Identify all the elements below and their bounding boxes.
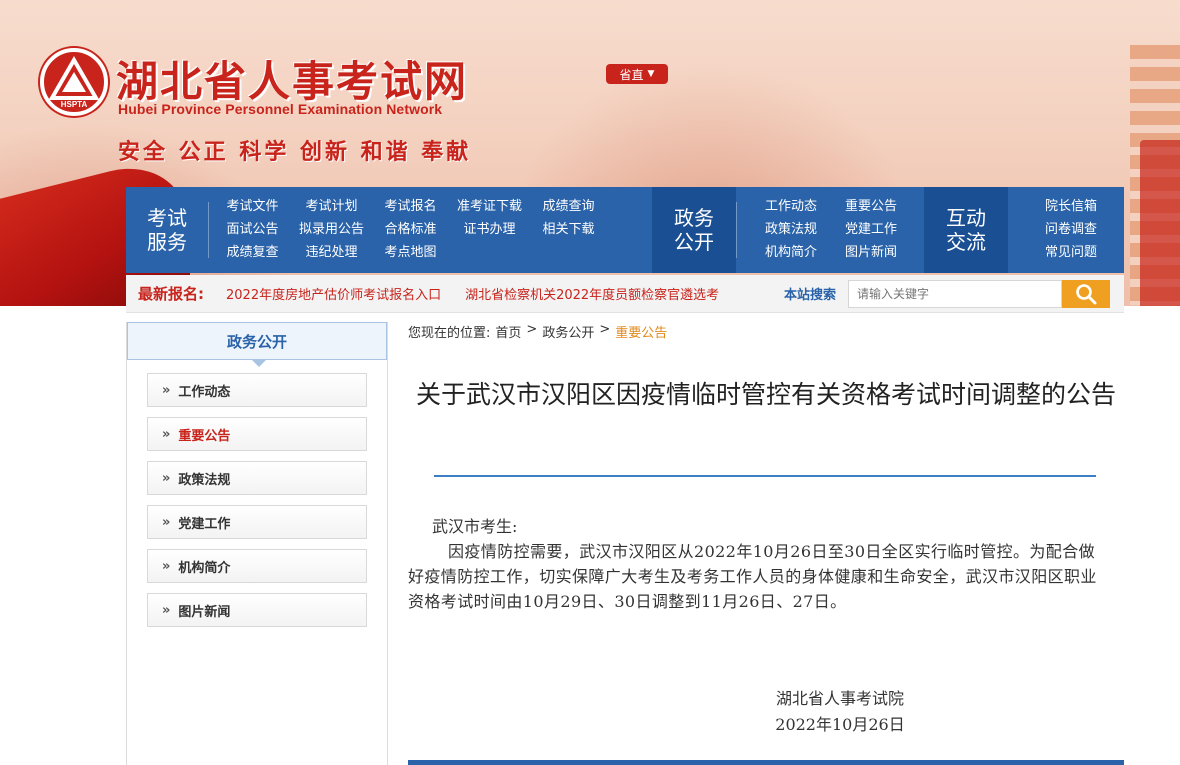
- sidebar-item-label: 重要公告: [178, 428, 231, 444]
- sidebar-title: 政务公开: [127, 322, 387, 367]
- search-label: 本站搜索: [784, 288, 837, 303]
- sidebar-item-label: 图片新闻: [178, 604, 231, 620]
- nav-link[interactable]: 工作动态: [751, 198, 831, 216]
- nav-group-interaction: 互动交流 院长信箱问卷调查常见问题: [924, 187, 1124, 273]
- breadcrumb-link[interactable]: 政务公开: [542, 322, 594, 341]
- nav-link[interactable]: 图片新闻: [831, 244, 911, 262]
- breadcrumb-link[interactable]: 首页: [495, 322, 521, 341]
- breadcrumb: 您现在的位置: 首页 > 政务公开 > 重要公告: [408, 322, 667, 341]
- logo-text: HSPTA: [61, 100, 88, 109]
- nav-link[interactable]: 考试文件: [213, 198, 292, 216]
- article-body: 武汉市考生: 因疫情防控需要，武汉市汉阳区从2022年10月26日至30日全区实…: [408, 514, 1108, 614]
- nav-link[interactable]: 成绩查询: [529, 198, 608, 216]
- article-signature: 湖北省人事考试院 2022年10月26日: [740, 686, 940, 738]
- sidebar-item-label: 机构简介: [178, 560, 231, 576]
- region-selector[interactable]: 省直 ▼: [606, 64, 668, 84]
- site-title[interactable]: 湖北省人事考试网: [116, 48, 468, 109]
- nav-group-title: 政务公开: [652, 187, 736, 273]
- nav-link[interactable]: 院长信箱: [1026, 198, 1116, 216]
- article-greeting: 武汉市考生:: [432, 517, 518, 536]
- ticker-label: 最新报名:: [138, 285, 204, 303]
- caret-down-icon: ▼: [647, 69, 655, 79]
- nav-group-title: 考试服务: [147, 206, 187, 254]
- magnifier-icon: [1076, 283, 1097, 304]
- nav-group-title: 互动交流: [924, 187, 1008, 273]
- site-subtitle: Hubei Province Personnel Examination Net…: [118, 101, 443, 117]
- nav-link[interactable]: 常见问题: [1026, 244, 1116, 262]
- article-title-divider: [434, 475, 1096, 477]
- ticker-scroll: 2022年度房地产估价师考试报名入口 湖北省检察机关2022年度员额检察官遴选考: [226, 284, 744, 303]
- sidebar-item-label: 党建工作: [178, 516, 231, 532]
- nav-link[interactable]: 准考证下载: [450, 198, 529, 216]
- nav-link[interactable]: 考试计划: [292, 198, 371, 216]
- breadcrumb-separator: >: [526, 322, 538, 337]
- sidebar-item[interactable]: » 重要公告: [147, 417, 367, 451]
- search-button[interactable]: [1062, 279, 1110, 308]
- article-title: 关于武汉市汉阳区因疫情临时管控有关资格考试时间调整的公告: [415, 380, 1116, 409]
- signature-org: 湖北省人事考试院: [775, 689, 904, 708]
- content-footer-bar: [408, 760, 1124, 765]
- double-chevron-right-icon: »: [162, 382, 171, 398]
- search-input[interactable]: [848, 279, 1062, 308]
- sidebar-item-label: 政策法规: [178, 472, 231, 488]
- double-chevron-right-icon: »: [162, 514, 171, 530]
- double-chevron-right-icon: »: [162, 558, 171, 574]
- nav-links: 考试文件 考试计划 考试报名 准考证下载 成绩查询面试公告 拟录用公告 合格标准 证书办理 相关…: [209, 198, 614, 262]
- nav-link[interactable]: 违纪处理: [292, 244, 371, 262]
- banner-pillar-decor: [1140, 140, 1180, 306]
- nav-link[interactable]: 证书办理: [450, 221, 529, 239]
- nav-links: 工作动态 重要公告 政策法规 党建工作 机构简介 图片新闻: [737, 198, 917, 262]
- latest-registration-bar: 最新报名: 2022年度房地产估价师考试报名入口 湖北省检察机关2022年度员额检…: [126, 275, 1124, 313]
- sidebar-list: » 工作动态 » 重要公告 » 政策法规 » 党建工作 » 机构简介 » 图片新闻: [147, 373, 367, 637]
- double-chevron-right-icon: »: [162, 470, 171, 486]
- sidebar-item[interactable]: » 图片新闻: [147, 593, 367, 627]
- breadcrumb-current: 重要公告: [615, 326, 668, 341]
- sidebar-item[interactable]: » 政策法规: [147, 461, 367, 495]
- nav-link[interactable]: 问卷调查: [1026, 221, 1116, 239]
- sidebar-item[interactable]: » 机构简介: [147, 549, 367, 583]
- nav-link[interactable]: 政策法规: [751, 221, 831, 239]
- nav-link[interactable]: 机构简介: [751, 244, 831, 262]
- nav-link[interactable]: 合格标准: [371, 221, 450, 239]
- sidebar: 政务公开 » 工作动态 » 重要公告 » 政策法规 » 党建工作 » 机构简介 » 图片新闻: [126, 322, 388, 765]
- region-selector-label: 省直: [619, 67, 644, 82]
- breadcrumb-separator: >: [599, 322, 611, 337]
- nav-group-gov-affairs: 政务公开 工作动态 重要公告 政策法规 党建工作 机构简介 图片新闻: [652, 187, 924, 273]
- nav-link[interactable]: 拟录用公告: [292, 221, 371, 239]
- double-chevron-right-icon: »: [162, 602, 171, 618]
- nav-link[interactable]: 考点地图: [371, 244, 450, 262]
- hspta-emblem-icon[interactable]: HSPTA: [40, 48, 108, 116]
- nav-link[interactable]: 相关下载: [529, 221, 608, 239]
- nav-group-exam-service: 考试服务 考试文件 考试计划 考试报名 准考证下载 成绩查询面试公告 拟录用公告 合格标准证…: [126, 187, 652, 273]
- sidebar-item-label: 工作动态: [178, 384, 231, 400]
- nav-link[interactable]: 考试报名: [371, 198, 450, 216]
- main-nav: 考试服务 考试文件 考试计划 考试报名 准考证下载 成绩查询面试公告 拟录用公告 合格标准证…: [126, 187, 1124, 273]
- site-slogan: 安全 公正 科学 创新 和谐 奉献: [118, 139, 472, 165]
- ticker-item-link[interactable]: 湖北省检察机关2022年度员额检察官遴选考: [465, 288, 719, 303]
- article-paragraph: 因疫情防控需要，武汉市汉阳区从2022年10月26日至30日全区实行临时管控。为…: [408, 542, 1097, 611]
- sidebar-item[interactable]: » 党建工作: [147, 505, 367, 539]
- nav-link[interactable]: 重要公告: [831, 198, 911, 216]
- nav-link[interactable]: 面试公告: [213, 221, 292, 239]
- nav-link[interactable]: 成绩复查: [213, 244, 292, 262]
- double-chevron-right-icon: »: [162, 426, 171, 442]
- ticker-item-link[interactable]: 2022年度房地产估价师考试报名入口: [226, 288, 441, 303]
- nav-link[interactable]: 党建工作: [831, 221, 911, 239]
- breadcrumb-prefix: 您现在的位置:: [408, 326, 491, 341]
- nav-links: 院长信箱问卷调查常见问题: [1008, 198, 1122, 262]
- sidebar-item[interactable]: » 工作动态: [147, 373, 367, 407]
- signature-date: 2022年10月26日: [775, 715, 905, 734]
